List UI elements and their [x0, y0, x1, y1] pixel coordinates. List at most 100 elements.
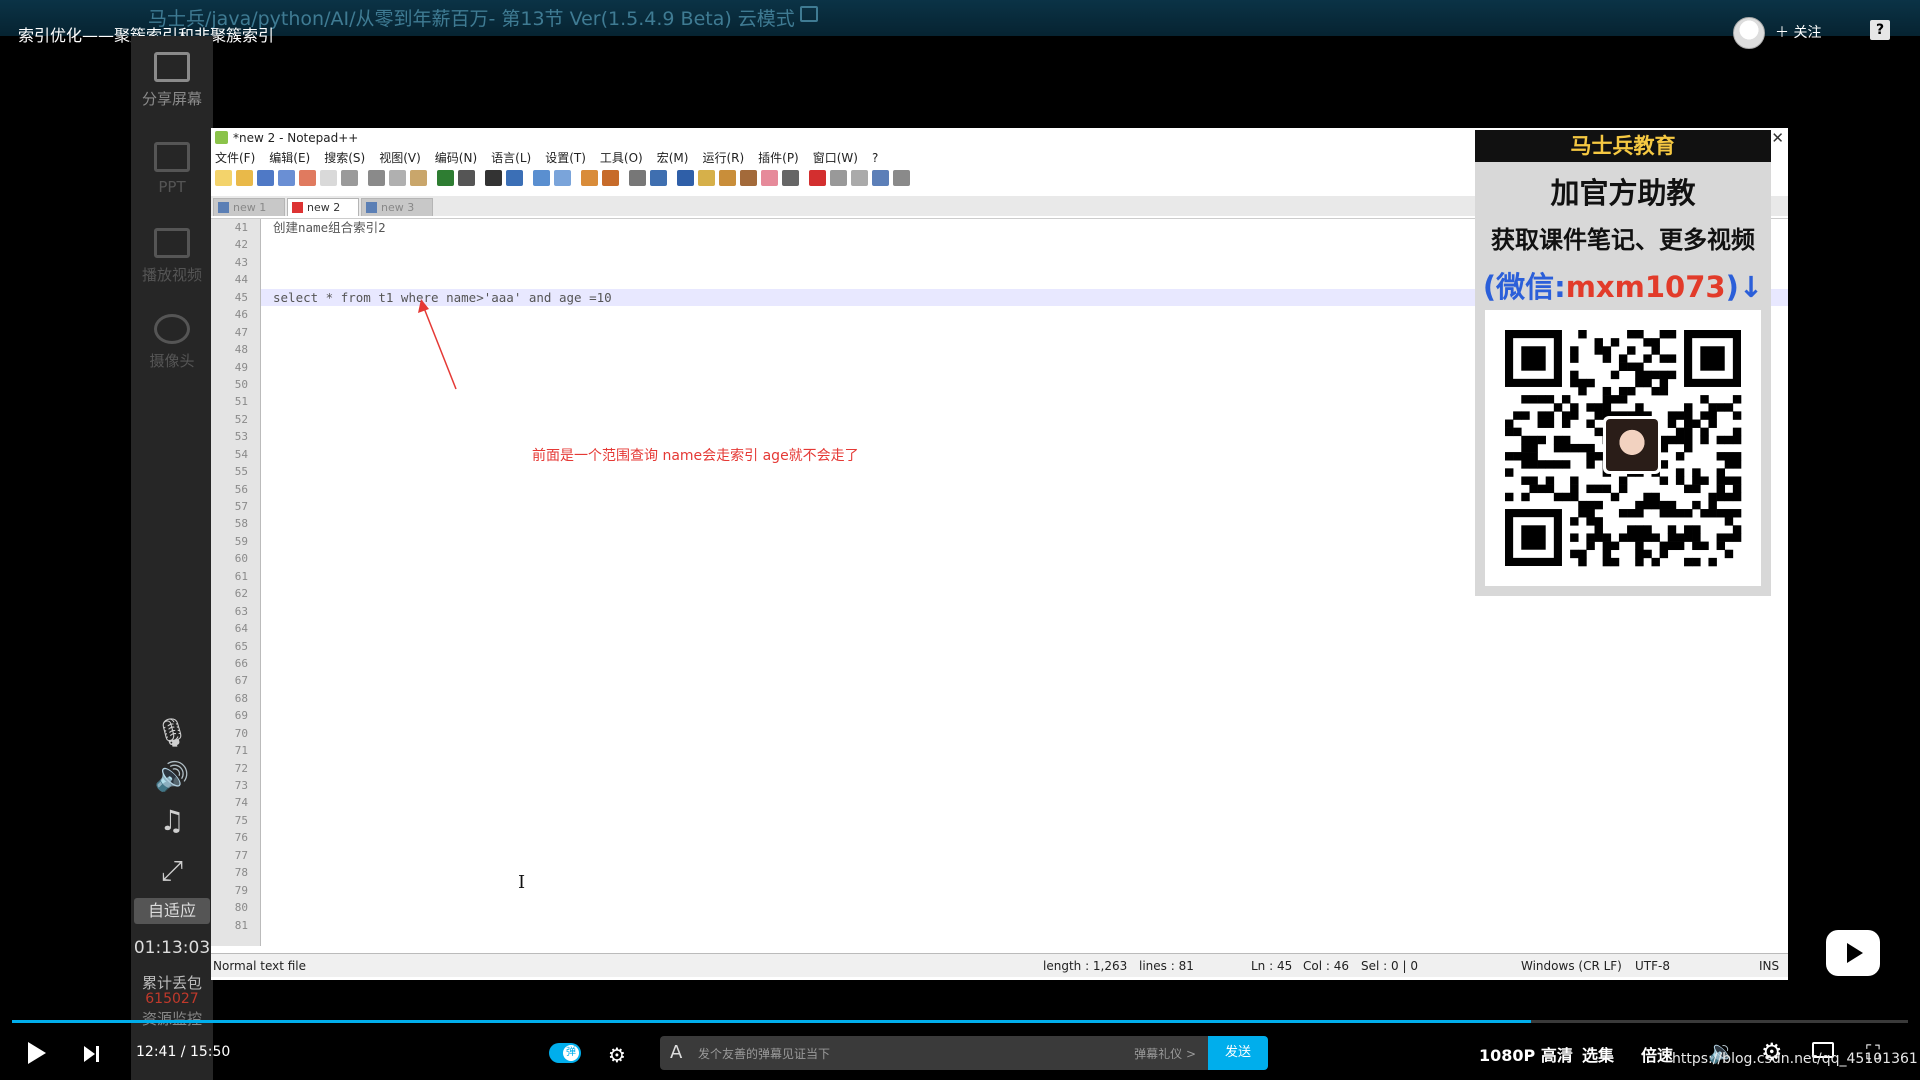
side-item-label: 摄像头 — [149, 352, 195, 370]
progress-bar[interactable] — [12, 1020, 1908, 1023]
file-icon — [218, 202, 229, 213]
speed-button[interactable]: 倍速 — [1641, 1042, 1673, 1066]
indent-guide-icon[interactable] — [677, 170, 694, 186]
menu-macro[interactable]: 宏(M) — [657, 148, 689, 168]
resource-monitor-label[interactable]: 资源监控 — [131, 1008, 213, 1029]
fullscreen-toggle-icon[interactable]: ⤢ — [131, 854, 213, 888]
wechat-prefix: (微信: — [1482, 270, 1566, 304]
udl-icon[interactable] — [698, 170, 715, 186]
close-file-icon[interactable] — [299, 170, 316, 186]
menu-edit[interactable]: 编辑(E) — [269, 148, 310, 168]
doc-map-icon[interactable] — [719, 170, 736, 186]
all-chars-icon[interactable] — [650, 170, 667, 186]
menu-file[interactable]: 文件(F) — [215, 148, 255, 168]
speaker-icon[interactable]: 🔊 — [131, 760, 213, 793]
help-icon[interactable]: ? — [1870, 20, 1890, 40]
promo-line-2: 获取课件笔记、更多视频 — [1491, 226, 1755, 254]
menu-search[interactable]: 搜索(S) — [324, 148, 365, 168]
menu-language[interactable]: 语言(L) — [491, 148, 531, 168]
mic-muted-icon[interactable]: 🎙 — [131, 716, 213, 749]
save-icon[interactable] — [257, 170, 274, 186]
play-macro-icon[interactable] — [851, 170, 868, 186]
danmaku-settings-icon[interactable]: ⚙ — [608, 1043, 626, 1067]
fit-button[interactable]: 自适应 — [134, 898, 210, 924]
menu-settings[interactable]: 设置(T) — [545, 148, 586, 168]
wechat-suffix: )↓ — [1725, 270, 1764, 304]
side-item-share-screen[interactable]: 分享屏幕 — [131, 52, 213, 109]
notepad-title: *new 2 - Notepad++ — [233, 131, 359, 145]
zoom-in-icon[interactable] — [533, 170, 550, 186]
monitoring-icon[interactable] — [782, 170, 799, 186]
current-time: 12:41 — [136, 1044, 177, 1060]
bilibili-logo-icon — [1826, 930, 1880, 976]
status-file-type: Normal text file — [213, 959, 307, 973]
redo-icon[interactable] — [458, 170, 475, 186]
status-ln: Ln : 45 — [1251, 959, 1293, 973]
cut-icon[interactable] — [368, 170, 385, 186]
open-file-icon[interactable] — [236, 170, 253, 186]
find-icon[interactable] — [485, 170, 502, 186]
play-icon[interactable] — [28, 1042, 46, 1064]
menu-view[interactable]: 视图(V) — [379, 148, 421, 168]
follow-button[interactable]: ＋ 关注 — [1775, 22, 1821, 42]
uploader-avatar[interactable] — [1733, 17, 1765, 49]
menu-help[interactable]: ? — [872, 148, 878, 168]
danmaku-input[interactable]: A 发个友善的弹幕见证当下 弹幕礼仪 > — [660, 1036, 1208, 1070]
tab-new-1[interactable]: new 1 — [213, 198, 285, 216]
notepad-status-bar: Normal text file length : 1,263 lines : … — [211, 953, 1788, 977]
run-macro-multiple-icon[interactable] — [872, 170, 889, 186]
danmaku-etiquette-link[interactable]: 弹幕礼仪 > — [1134, 1045, 1196, 1062]
quality-button[interactable]: 1080P 高清 — [1479, 1042, 1573, 1066]
share-icon[interactable] — [800, 6, 818, 22]
sync-h-icon[interactable] — [602, 170, 619, 186]
print-icon[interactable] — [341, 170, 358, 186]
menu-plugins[interactable]: 插件(P) — [758, 148, 799, 168]
music-icon[interactable]: ♫ — [131, 804, 213, 837]
save-macro-icon[interactable] — [893, 170, 910, 186]
promo-header: 马士兵教育 — [1475, 130, 1771, 162]
wechat-id: mxm1073 — [1565, 270, 1726, 304]
stop-macro-icon[interactable] — [830, 170, 847, 186]
episodes-button[interactable]: 选集 — [1582, 1042, 1614, 1066]
close-all-icon[interactable] — [320, 170, 337, 186]
text-cursor-icon: I — [518, 872, 526, 893]
notepad-logo-icon — [215, 131, 228, 144]
tab-new-2[interactable]: new 2 — [287, 198, 359, 216]
folder-workspace-icon[interactable] — [761, 170, 778, 186]
danmaku-toggle[interactable] — [549, 1043, 581, 1063]
copy-icon[interactable] — [389, 170, 406, 186]
paste-icon[interactable] — [410, 170, 427, 186]
side-item-label: PPT — [158, 178, 186, 196]
side-item-play-video[interactable]: 播放视频 — [131, 228, 213, 285]
send-button[interactable]: 发送 — [1208, 1036, 1268, 1070]
sync-v-icon[interactable] — [581, 170, 598, 186]
unsaved-file-icon — [292, 202, 303, 213]
status-eol: Windows (CR LF) — [1521, 959, 1622, 973]
new-file-icon[interactable] — [215, 170, 232, 186]
packet-loss-label: 累计丢包 — [141, 974, 202, 992]
function-list-icon[interactable] — [740, 170, 757, 186]
qr-center-avatar — [1603, 416, 1661, 474]
save-all-icon[interactable] — [278, 170, 295, 186]
promo-panel: 马士兵教育 加官方助教 获取课件笔记、更多视频 (微信:mxm1073)↓ — [1475, 130, 1771, 596]
next-icon[interactable] — [84, 1046, 100, 1062]
menu-run[interactable]: 运行(R) — [702, 148, 744, 168]
menu-encoding[interactable]: 编码(N) — [435, 148, 477, 168]
total-time: 15:50 — [189, 1044, 231, 1060]
side-item-camera[interactable]: 摄像头 — [131, 314, 213, 371]
file-icon — [366, 202, 377, 213]
record-macro-icon[interactable] — [809, 170, 826, 186]
text-style-icon[interactable]: A — [670, 1042, 682, 1063]
status-col: Col : 46 — [1303, 959, 1349, 973]
side-item-ppt[interactable]: PPT — [131, 142, 213, 196]
zoom-out-icon[interactable] — [554, 170, 571, 186]
menu-window[interactable]: 窗口(W) — [813, 148, 858, 168]
tab-new-3[interactable]: new 3 — [361, 198, 433, 216]
close-icon[interactable]: ✕ — [1771, 128, 1784, 148]
notepad-toolbar — [215, 170, 910, 190]
time-display: 12:41 / 15:50 — [136, 1044, 231, 1060]
menu-tools[interactable]: 工具(O) — [600, 148, 643, 168]
undo-icon[interactable] — [437, 170, 454, 186]
word-wrap-icon[interactable] — [629, 170, 646, 186]
replace-icon[interactable] — [506, 170, 523, 186]
